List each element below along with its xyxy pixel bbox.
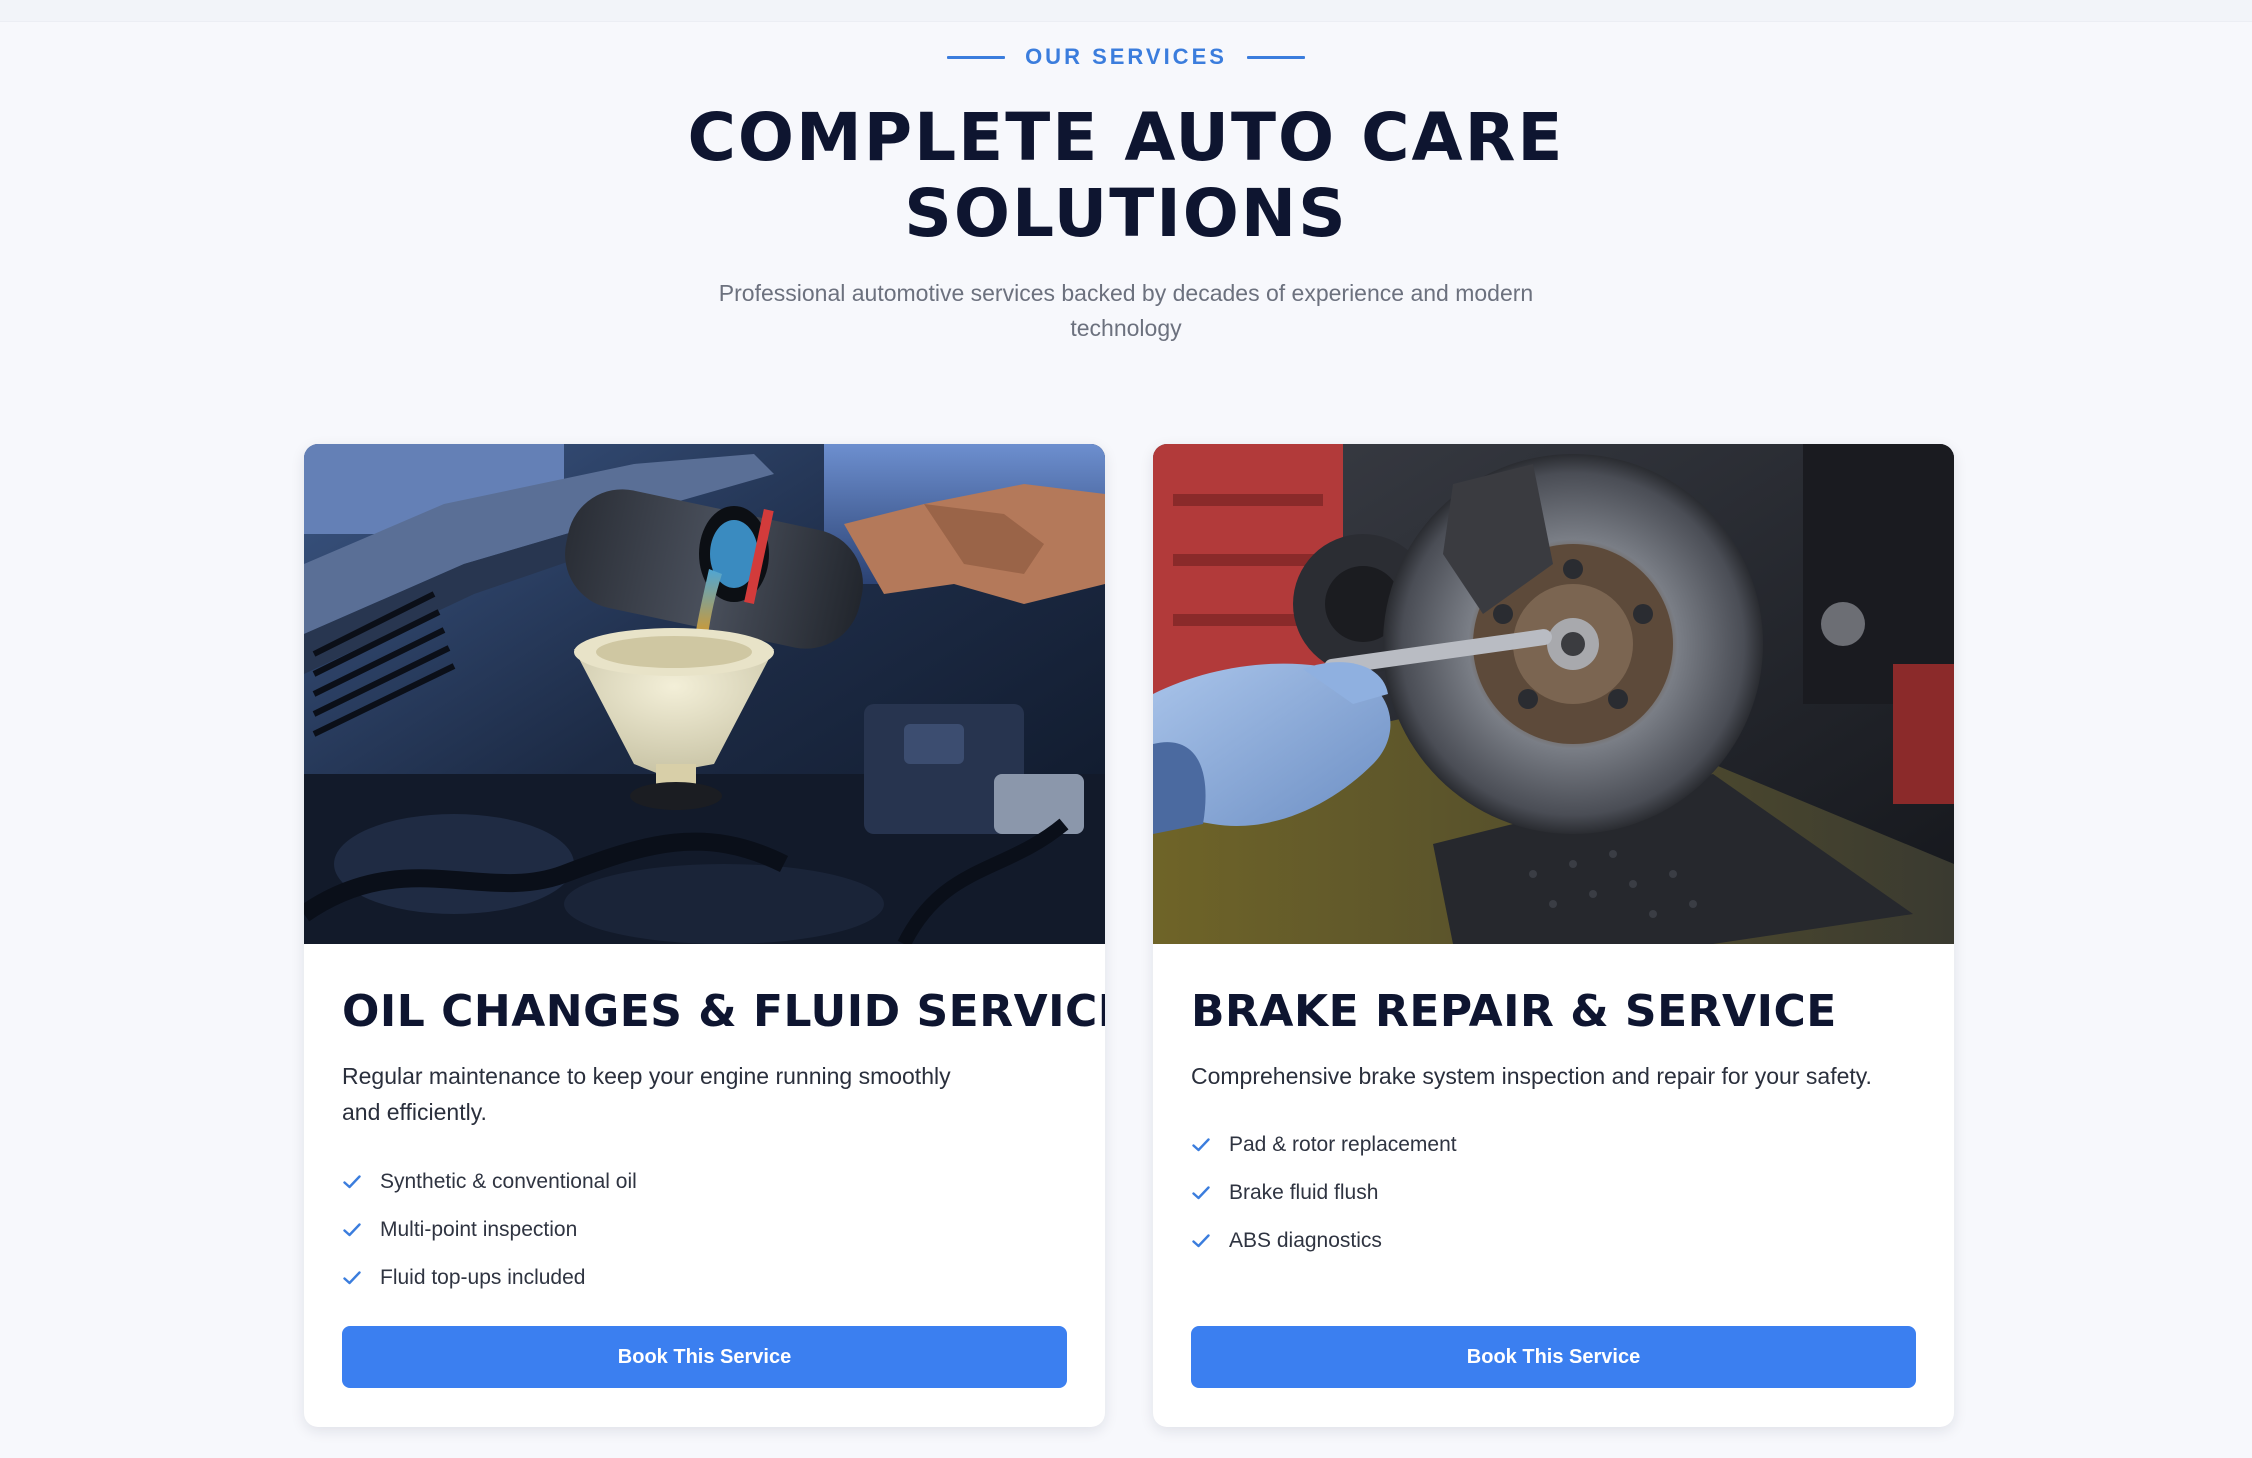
check-icon bbox=[342, 1172, 362, 1192]
eyebrow-line-right bbox=[1246, 55, 1305, 59]
feature-list: Pad & rotor replacement Brake fluid flus… bbox=[1191, 1121, 1457, 1265]
feature-item: Brake fluid flush bbox=[1191, 1169, 1457, 1217]
feature-item: Multi-point inspection bbox=[342, 1206, 637, 1254]
feature-item: ABS diagnostics bbox=[1191, 1217, 1457, 1265]
check-icon bbox=[1191, 1135, 1211, 1155]
check-icon bbox=[342, 1268, 362, 1288]
service-image-brake bbox=[1153, 444, 1954, 944]
feature-label: Fluid top-ups included bbox=[380, 1266, 586, 1289]
feature-item: Fluid top-ups included bbox=[342, 1254, 637, 1302]
feature-list: Synthetic & conventional oil Multi-point… bbox=[342, 1158, 637, 1302]
service-card-brake: BRAKE REPAIR & SERVICE Comprehensive bra… bbox=[1153, 444, 1954, 1427]
feature-label: Multi-point inspection bbox=[380, 1218, 578, 1241]
feature-label: Pad & rotor replacement bbox=[1229, 1133, 1457, 1156]
feature-label: ABS diagnostics bbox=[1229, 1229, 1382, 1252]
check-icon bbox=[1191, 1231, 1211, 1251]
service-description: Regular maintenance to keep your engine … bbox=[342, 1063, 951, 1125]
feature-item: Synthetic & conventional oil bbox=[342, 1158, 637, 1206]
check-icon bbox=[1191, 1183, 1211, 1203]
service-title: BRAKE REPAIR & SERVICE bbox=[1191, 986, 1837, 1037]
section-eyebrow: OUR SERVICES bbox=[0, 42, 2252, 72]
book-service-button[interactable]: Book This Service bbox=[1191, 1326, 1916, 1388]
service-description: Comprehensive brake system inspection an… bbox=[1191, 1063, 1872, 1089]
section-title-line-1: COMPLETE AUTO CARE bbox=[687, 99, 1565, 176]
feature-label: Brake fluid flush bbox=[1229, 1181, 1379, 1204]
book-service-button[interactable]: Book This Service bbox=[342, 1326, 1067, 1388]
check-icon bbox=[342, 1220, 362, 1240]
service-card-oil: OIL CHANGES & FLUID SERVICE Regular main… bbox=[304, 444, 1105, 1427]
section-subtitle: Professional automotive services backed … bbox=[718, 280, 1534, 341]
service-title: OIL CHANGES & FLUID SERVICE bbox=[342, 986, 1105, 1037]
feature-item: Pad & rotor replacement bbox=[1191, 1121, 1457, 1169]
service-image-oil bbox=[304, 444, 1105, 944]
eyebrow-label: OUR SERVICES bbox=[1025, 44, 1227, 69]
eyebrow-line-left bbox=[947, 55, 1006, 59]
top-bar bbox=[0, 0, 2252, 22]
section-title: COMPLETE AUTO CARE SOLUTIONS bbox=[0, 100, 2252, 252]
feature-label: Synthetic & conventional oil bbox=[380, 1170, 637, 1193]
section-title-line-2: SOLUTIONS bbox=[904, 175, 1348, 252]
